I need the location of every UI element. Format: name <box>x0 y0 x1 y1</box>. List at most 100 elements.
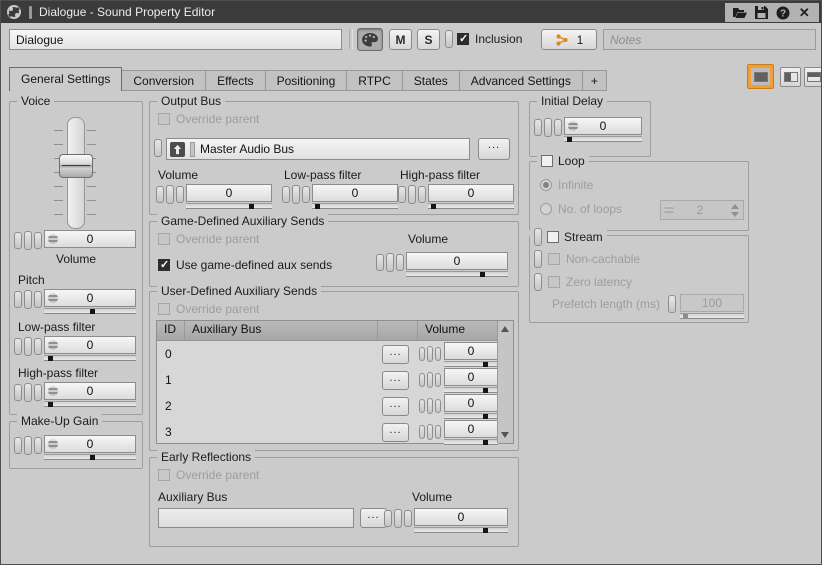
bus-lowpass-field[interactable]: 0 <box>312 184 398 202</box>
solo-button[interactable]: S <box>417 29 440 50</box>
stream-checkbox[interactable] <box>547 231 559 243</box>
game-aux-mini-slider[interactable] <box>406 271 508 277</box>
game-aux-volume-field[interactable]: 0 <box>406 252 508 270</box>
layout-split-vertical-button[interactable] <box>780 67 801 87</box>
non-cachable-checkbox <box>548 253 560 265</box>
aux-browse-button[interactable]: ... <box>382 423 409 442</box>
voice-volume-field[interactable]: 0 <box>44 230 136 248</box>
split-horizontal-icon <box>807 72 821 82</box>
early-reflections-group: Early Reflections Override parent Auxili… <box>149 457 519 547</box>
col-id: ID <box>157 321 185 340</box>
aux-volume-mini-slider[interactable] <box>444 439 498 445</box>
randomizer-icon <box>48 234 58 244</box>
aux-bus-cell[interactable] <box>185 393 378 419</box>
scroll-up-icon[interactable] <box>501 326 509 332</box>
tab-advanced-settings[interactable]: Advanced Settings <box>460 70 583 91</box>
pitch-mini-slider[interactable] <box>44 308 136 314</box>
aux-volume-mini-slider[interactable] <box>444 413 498 419</box>
notes-input[interactable] <box>603 29 816 50</box>
aux-volume-indicator-icons <box>419 346 441 362</box>
tab-effects[interactable]: Effects <box>206 70 265 91</box>
output-bus-selector[interactable]: Master Audio Bus <box>166 138 470 160</box>
makeup-gain-field[interactable]: 0 <box>44 435 136 453</box>
aux-id: 2 <box>157 393 185 419</box>
aux-send-row: 0 ... 0 <box>157 341 513 367</box>
lowpass-field[interactable]: 0 <box>44 336 136 354</box>
bus-volume-field[interactable]: 0 <box>186 184 272 202</box>
infinite-radio <box>540 179 552 191</box>
makeup-gain-title: Make-Up Gain <box>17 414 102 428</box>
palette-icon <box>362 33 378 47</box>
inclusion-checkbox-row: Inclusion <box>457 32 522 46</box>
prefetch-mini-slider <box>680 313 744 319</box>
aux-id: 1 <box>157 367 185 393</box>
aux-bus-cell[interactable] <box>185 341 378 367</box>
tab-general-settings[interactable]: General Settings <box>9 67 122 91</box>
aux-volume-field[interactable]: 0 <box>444 368 498 386</box>
inclusion-label: Inclusion <box>475 32 522 46</box>
aux-browse-button[interactable]: ... <box>382 371 409 390</box>
mute-button[interactable]: M <box>389 29 412 50</box>
use-game-aux-checkbox[interactable] <box>158 259 170 271</box>
highpass-mini-slider[interactable] <box>44 401 136 407</box>
aux-volume-mini-slider[interactable] <box>444 387 498 393</box>
layout-split-horizontal-button[interactable] <box>804 67 822 87</box>
override-parent-checkbox <box>158 469 170 481</box>
aux-volume-mini-slider[interactable] <box>444 361 498 367</box>
help-icon[interactable]: ? <box>776 6 790 20</box>
bus-volume-mini-slider[interactable] <box>186 203 272 209</box>
sharesets-button[interactable]: 1 <box>541 29 597 50</box>
tab-rtpc[interactable]: RTPC <box>347 70 402 91</box>
aux-volume-field[interactable]: 0 <box>444 420 498 438</box>
color-button[interactable] <box>357 28 383 51</box>
tab-conversion[interactable]: Conversion <box>122 70 206 91</box>
tab-positioning[interactable]: Positioning <box>266 70 348 91</box>
lowpass-mini-slider[interactable] <box>44 355 136 361</box>
aux-browse-button[interactable]: ... <box>382 345 409 364</box>
scroll-down-icon[interactable] <box>501 432 509 438</box>
er-volume-mini-slider[interactable] <box>414 527 508 533</box>
er-aux-bus-field[interactable] <box>158 508 354 528</box>
initial-delay-mini-slider[interactable] <box>564 136 642 142</box>
aux-browse-button[interactable]: ... <box>382 397 409 416</box>
layout-single-button[interactable] <box>747 64 774 89</box>
inclusion-checkbox[interactable] <box>457 33 469 45</box>
aux-id: 0 <box>157 341 185 367</box>
bus-lowpass-mini-slider[interactable] <box>312 203 398 209</box>
open-file-icon[interactable] <box>733 6 747 20</box>
titlebar[interactable]: Dialogue - Sound Property Editor ? ✕ <box>1 1 821 23</box>
tab-add-button[interactable]: + <box>583 70 607 91</box>
aux-volume-field[interactable]: 0 <box>444 342 498 360</box>
pitch-label: Pitch <box>18 273 45 287</box>
object-name-input[interactable] <box>9 29 342 50</box>
share-icon <box>555 33 569 47</box>
loop-infinite-row: Infinite <box>540 178 593 192</box>
voice-volume-label: Volume <box>10 252 142 266</box>
er-browse-button[interactable]: ... <box>360 508 387 528</box>
er-volume-field[interactable]: 0 <box>414 508 508 526</box>
er-aux-bus-label: Auxiliary Bus <box>158 490 227 504</box>
makeup-mini-slider[interactable] <box>44 454 136 460</box>
table-scrollbar[interactable] <box>497 321 513 443</box>
bus-highpass-label: High-pass filter <box>400 168 480 182</box>
volume-fader-handle[interactable] <box>59 154 93 178</box>
aux-bus-cell[interactable] <box>185 367 378 393</box>
pitch-field[interactable]: 0 <box>44 289 136 307</box>
makeup-indicator-icons <box>14 436 42 455</box>
initial-delay-field[interactable]: 0 <box>564 117 642 135</box>
loop-checkbox[interactable] <box>541 155 553 167</box>
randomizer-icon <box>664 205 674 215</box>
aux-volume-field[interactable]: 0 <box>444 394 498 412</box>
titlebar-grip <box>29 6 32 19</box>
aux-bus-cell[interactable] <box>185 419 378 445</box>
save-icon[interactable] <box>754 6 768 20</box>
close-icon[interactable]: ✕ <box>797 6 811 20</box>
highpass-field[interactable]: 0 <box>44 382 136 400</box>
game-aux-volume-label: Volume <box>408 232 448 246</box>
bus-highpass-field[interactable]: 0 <box>428 184 514 202</box>
bus-highpass-mini-slider[interactable] <box>428 203 514 209</box>
user-aux-group: User-Defined Auxiliary Sends Override pa… <box>149 291 519 451</box>
toolbar-separator <box>349 29 353 49</box>
tab-states[interactable]: States <box>403 70 460 91</box>
output-bus-browse-button[interactable]: ... <box>478 138 510 160</box>
